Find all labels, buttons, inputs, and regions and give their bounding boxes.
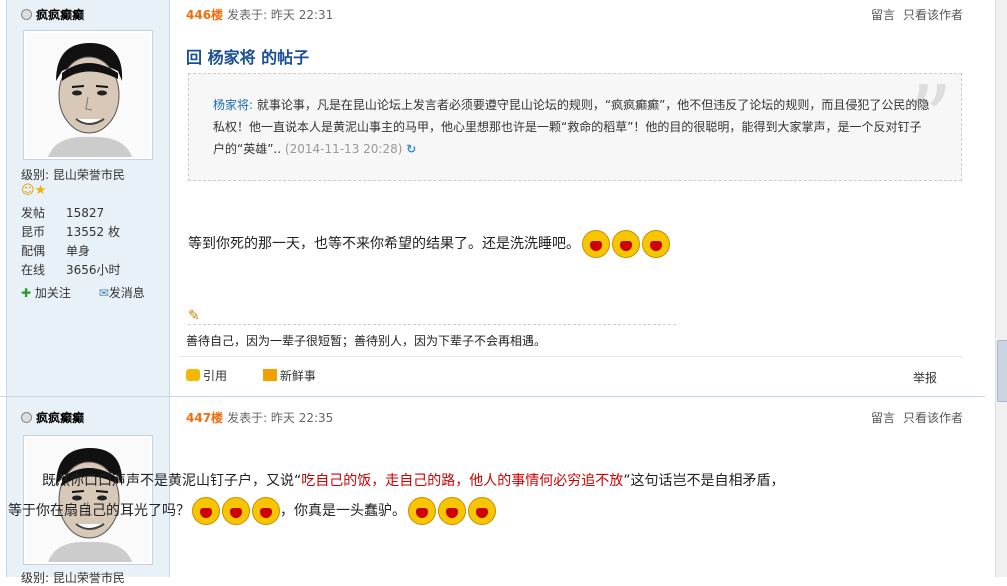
signature-divider [188,324,676,325]
post-top-actions: 留言 只看该作者 [863,6,963,23]
avatar[interactable] [23,30,153,160]
crying-emoji-icon [252,497,280,525]
user-level: 级别: 昆山荣誉市民 [21,571,125,585]
reply-link[interactable]: 留言 [871,411,895,425]
vertical-scrollbar[interactable] [995,0,1007,577]
level-medal-icons: ☺★ [21,183,46,198]
crying-emoji-icon [612,230,640,258]
sun-icon: ☺ [21,183,35,198]
post-446: 疯疯癫癫 级别: 昆山荣誉市民 ☺★ 发帖 15827 昆币 13552 枚 配… [0,0,985,397]
stat-coins: 昆币 13552 枚 [21,225,120,239]
only-author-link[interactable]: 只看该作者 [903,8,963,22]
post-time: 发表于: 昨天 22:35 [227,411,334,425]
post-body: 等到你死的那一天，也等不来你希望的结果了。还是洗洗睡吧。 [188,230,670,258]
stat-spouse: 配偶 单身 [21,244,91,258]
post-floor-meta: 446楼 发表于: 昨天 22:31 [186,6,333,23]
quote-text: 杨家将: 就事论事，凡是在昆山论坛上发言者必须要遵守昆山论坛的规则，“疯疯癫癫”… [213,98,930,156]
stat-online: 在线 3656小时 [21,263,121,277]
plus-icon: ✚ [21,286,32,300]
report-button[interactable]: 举报 [913,369,937,386]
post-floor-meta: 447楼 发表于: 昨天 22:35 [186,409,333,426]
author-name[interactable]: 疯疯癫癫 [21,6,84,23]
crying-emoji-icon [642,230,670,258]
crying-emoji-icon [222,497,250,525]
crying-emoji-icon [438,497,466,525]
post-top-actions: 留言 只看该作者 [863,409,963,426]
user-actions: ✚ 加关注 ✉发消息 [21,284,169,301]
quote-bubble-icon [186,369,200,381]
jump-to-post-icon[interactable]: ↻ [406,142,416,156]
post-title: 回 杨家将 的帖子 [186,48,310,67]
post-447-body: 既然你口口声声不是黄泥山钉子户，又说“吃自己的饭，走自己的路，他人的事情何必穷追… [8,466,788,526]
quote-author[interactable]: 杨家将: [213,98,253,112]
crying-emoji-icon [468,497,496,525]
author-sidebar: 疯疯癫癫 级别: 昆山荣誉市民 ☺★ 发帖 15827 昆币 13552 枚 配… [6,0,170,396]
avatar-image [26,33,150,157]
signature: 善待自己，因为一辈子很短暂；善待别人，因为下辈子不会再相遇。 [186,334,547,348]
reply-link[interactable]: 留言 [871,8,895,22]
author-name[interactable]: 疯疯癫癫 [21,409,84,426]
gender-icon [21,412,32,423]
stat-posts: 发帖 15827 [21,206,105,220]
floor-number[interactable]: 447楼 [186,411,223,425]
only-author-link[interactable]: 只看该作者 [903,411,963,425]
user-stats: 发帖 15827 昆币 13552 枚 配偶 单身 在线 3656小时 [21,204,121,280]
crying-emoji-icon [582,230,610,258]
crying-emoji-icon [408,497,436,525]
quote-block: ” 杨家将: 就事论事，凡是在昆山论坛上发言者必须要遵守昆山论坛的规则，“疯疯癫… [188,73,962,181]
follow-button[interactable]: ✚ 加关注 [21,286,83,300]
cite-button[interactable]: 引用 [186,369,243,383]
fresh-button[interactable]: 新鲜事 [262,369,332,383]
post-time: 发表于: 昨天 22:31 [227,8,334,22]
news-icon [262,369,277,381]
floor-number[interactable]: 446楼 [186,8,223,22]
pencil-icon: ✎ [188,308,200,324]
post-action-bar: 引用 新鲜事 举报 [180,356,963,385]
quote-time: (2014-11-13 20:28) [284,142,403,156]
star-icon: ★ [34,183,47,198]
post-content: 446楼 发表于: 昨天 22:31 留言 只看该作者 回 杨家将 的帖子 ” 杨家… [180,0,963,396]
highlighted-quote: 吃自己的饭，走自己的路，他人的事情何必穷追不放 [301,473,624,489]
user-level: 级别: 昆山荣誉市民 [21,168,125,182]
mail-icon: ✉ [98,286,109,300]
gender-icon [21,9,32,20]
scrollbar-thumb[interactable] [997,340,1007,402]
crying-emoji-icon [192,497,220,525]
message-button[interactable]: ✉发消息 [99,286,157,300]
